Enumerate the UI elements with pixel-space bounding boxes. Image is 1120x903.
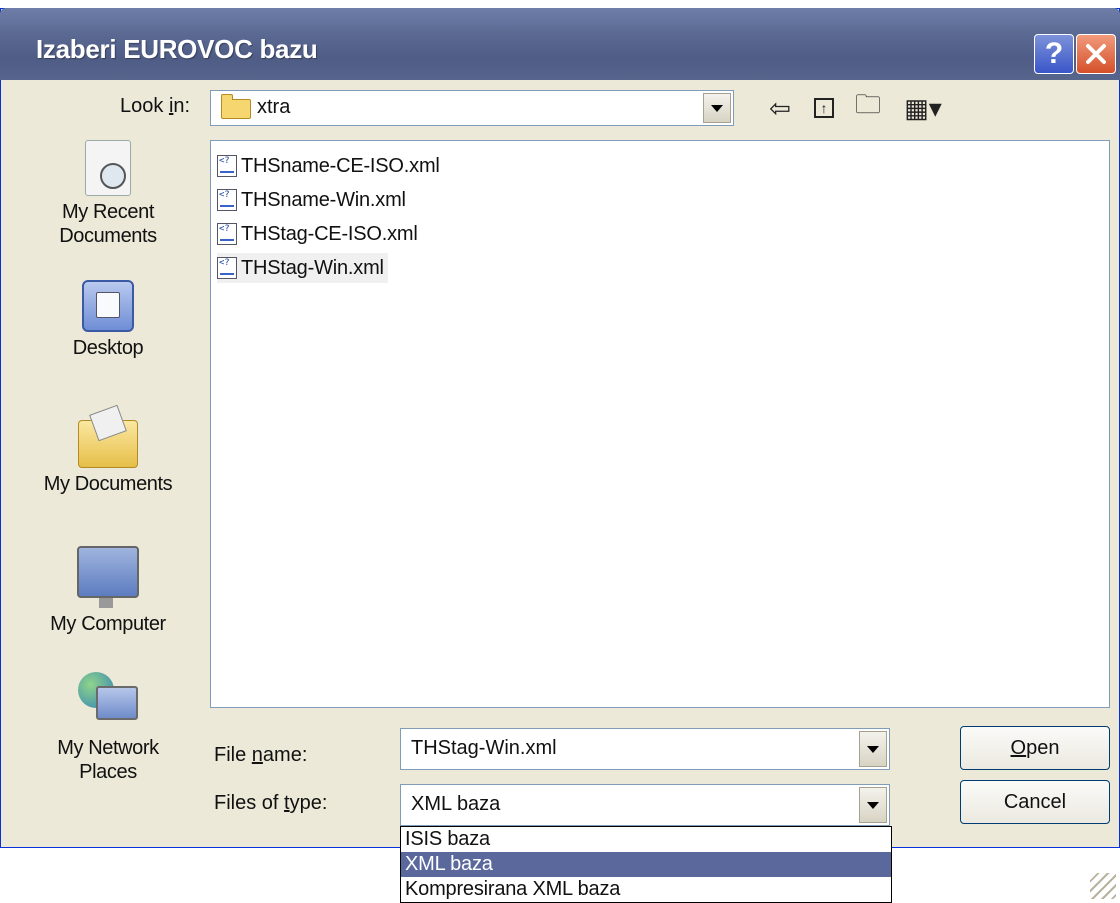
places-label: Documents	[59, 225, 157, 247]
file-name-value: THStag-Win.xml	[411, 737, 557, 759]
file-name: THSname-Win.xml	[241, 188, 406, 211]
resize-grip[interactable]	[1090, 873, 1116, 899]
window-title: Izaberi EUROVOC bazu	[36, 34, 318, 64]
file-name: THStag-Win.xml	[241, 256, 384, 279]
chevron-down-icon[interactable]	[703, 93, 731, 123]
xml-file-icon	[217, 223, 237, 245]
file-item[interactable]: THSname-Win.xml	[217, 185, 406, 215]
places-my-recent-documents[interactable]: My Recent Documents	[10, 140, 206, 248]
dropdown-option[interactable]: ISIS baza	[401, 827, 891, 852]
files-of-type-select[interactable]: XML baza	[400, 784, 890, 826]
file-name: THSname-CE-ISO.xml	[241, 154, 440, 177]
file-item[interactable]: THStag-Win.xml	[217, 253, 388, 283]
help-button[interactable]: ?	[1034, 34, 1074, 74]
close-button[interactable]	[1076, 34, 1116, 74]
xml-file-icon	[217, 257, 237, 279]
places-label: My Recent	[62, 201, 154, 223]
xml-file-icon	[217, 155, 237, 177]
places-label: Places	[79, 761, 137, 783]
cancel-button[interactable]: Cancel	[960, 780, 1110, 824]
file-item[interactable]: THStag-CE-ISO.xml	[217, 219, 418, 249]
up-folder-icon: ↑	[814, 98, 834, 118]
desktop-icon	[82, 280, 134, 332]
file-name: THStag-CE-ISO.xml	[241, 222, 418, 245]
look-in-label: Look in:	[120, 95, 191, 117]
look-in-combo[interactable]: xtra	[210, 90, 734, 126]
recent-documents-icon	[85, 140, 131, 196]
places-label: My Computer	[50, 613, 166, 635]
xml-file-icon	[217, 189, 237, 211]
back-arrow-icon: ⇦	[769, 92, 791, 123]
close-icon	[1086, 44, 1106, 64]
my-documents-icon	[78, 420, 138, 468]
new-folder-icon: 🗀	[854, 89, 881, 119]
files-of-type-label: Files of type:	[214, 792, 328, 814]
places-label: My Network	[57, 737, 159, 759]
my-computer-icon	[77, 546, 139, 608]
network-places-icon	[78, 672, 138, 732]
places-label: My Documents	[43, 473, 173, 495]
dropdown-option[interactable]: Kompresirana XML baza	[401, 877, 891, 902]
folder-icon	[221, 94, 251, 119]
places-desktop[interactable]: Desktop	[10, 280, 206, 360]
look-in-value: xtra	[257, 96, 291, 118]
up-one-level-button[interactable]: ↑	[806, 90, 842, 126]
places-my-documents[interactable]: My Documents	[10, 420, 206, 496]
chevron-down-icon[interactable]	[859, 731, 887, 767]
places-my-computer[interactable]: My Computer	[10, 546, 206, 636]
back-button[interactable]: ⇦	[762, 90, 798, 126]
file-list[interactable]: THSname-CE-ISO.xml THSname-Win.xml THSta…	[210, 140, 1110, 708]
places-label: Desktop	[72, 337, 144, 359]
files-of-type-value: XML baza	[411, 793, 501, 815]
views-menu-button[interactable]: ▦▾	[898, 90, 948, 126]
views-menu-icon: ▦▾	[904, 92, 942, 123]
places-my-network-places[interactable]: My Network Places	[10, 672, 206, 784]
title-bar[interactable]: Izaberi EUROVOC bazu ?	[0, 8, 1120, 80]
files-of-type-dropdown[interactable]: ISIS baza XML baza Kompresirana XML baza	[400, 826, 892, 903]
file-item[interactable]: THSname-CE-ISO.xml	[217, 151, 440, 181]
help-icon: ?	[1044, 37, 1064, 70]
dropdown-option-selected[interactable]: XML baza	[401, 852, 891, 877]
file-name-label: File name:	[214, 744, 308, 766]
chevron-down-icon[interactable]	[859, 787, 887, 823]
file-name-input[interactable]: THStag-Win.xml	[400, 728, 890, 770]
new-folder-button[interactable]: 🗀	[850, 89, 886, 126]
open-button[interactable]: Open	[960, 726, 1110, 770]
